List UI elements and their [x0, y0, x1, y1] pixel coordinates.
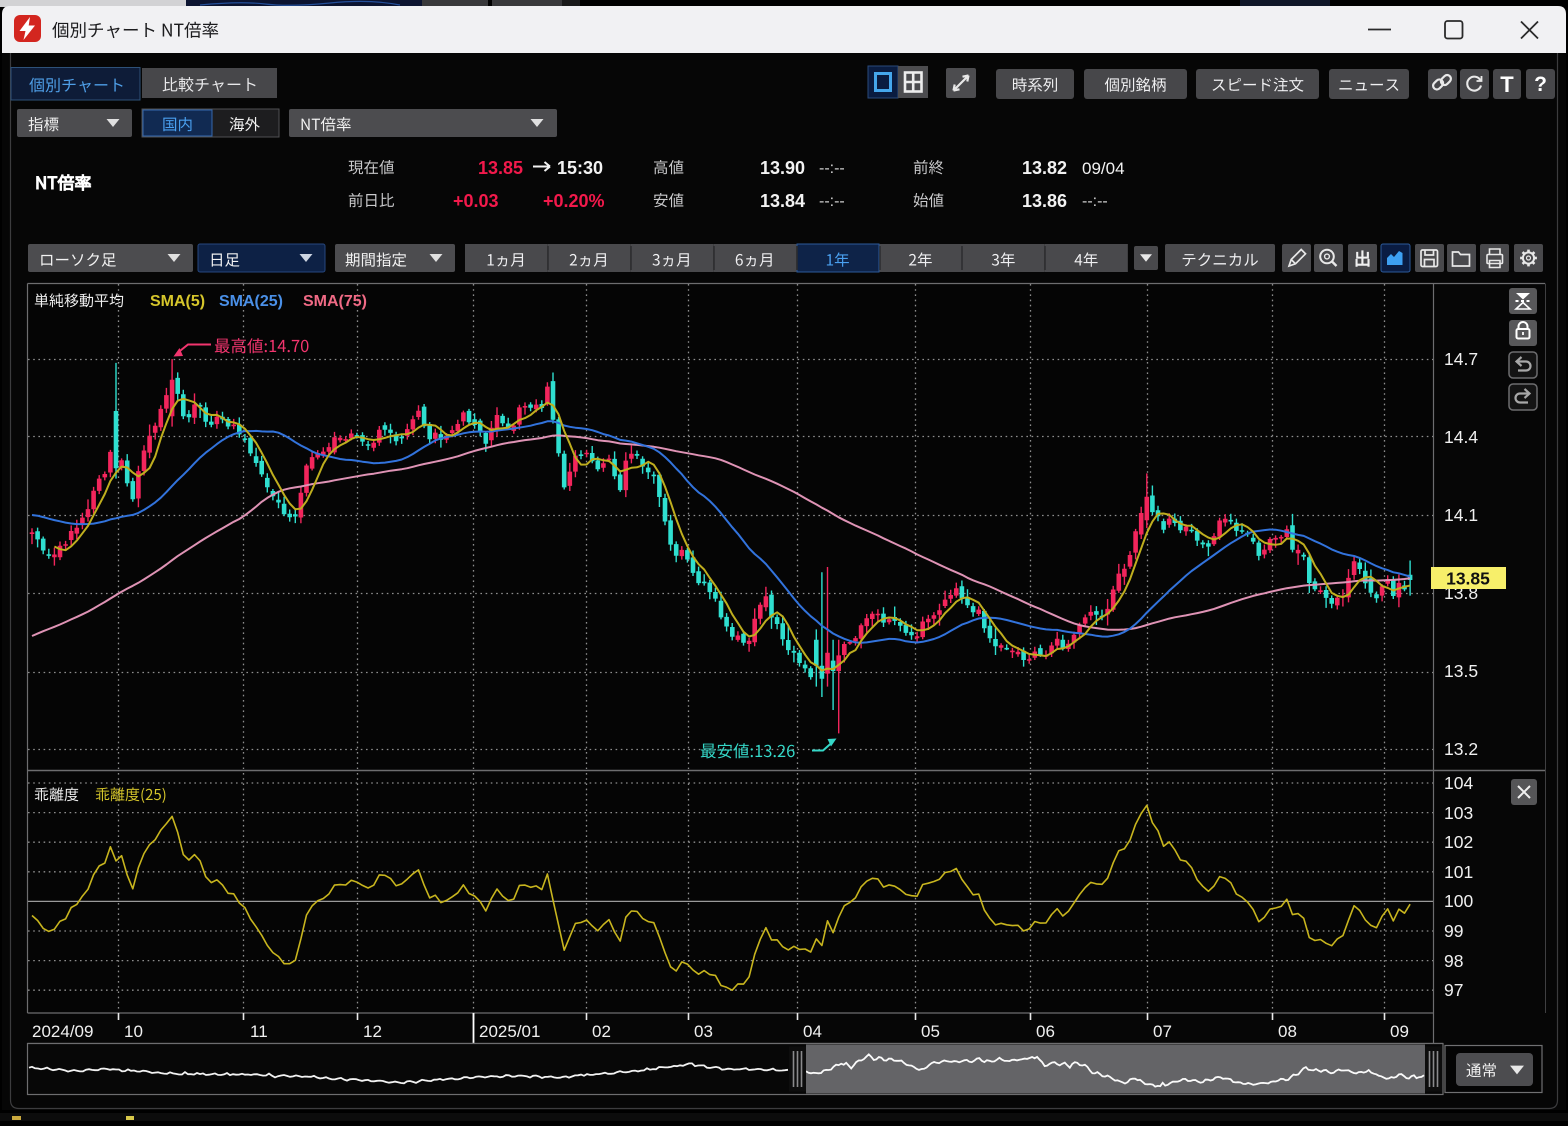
svg-text:100: 100 — [1444, 891, 1473, 911]
svg-text:13.2: 13.2 — [1444, 739, 1478, 759]
svg-text:104: 104 — [1444, 773, 1473, 793]
svg-text:13.86: 13.86 — [1022, 191, 1067, 211]
svg-text:T: T — [1500, 72, 1514, 97]
svg-text:--:--: --:-- — [1082, 193, 1108, 210]
svg-text:14.1: 14.1 — [1444, 505, 1478, 525]
svg-text:04: 04 — [803, 1022, 822, 1041]
svg-text:06: 06 — [1036, 1022, 1055, 1041]
svg-text:13.85: 13.85 — [478, 158, 523, 178]
svg-text:102: 102 — [1444, 832, 1473, 852]
svg-text:+0.20%: +0.20% — [543, 191, 605, 211]
svg-text:--:--: --:-- — [819, 160, 845, 177]
svg-text:98: 98 — [1444, 951, 1463, 971]
svg-text:08: 08 — [1278, 1022, 1297, 1041]
svg-text:05: 05 — [921, 1022, 940, 1041]
svg-text:11: 11 — [250, 1022, 268, 1041]
svg-text:97: 97 — [1444, 980, 1463, 1000]
svg-text:13.85: 13.85 — [1446, 569, 1490, 589]
svg-text:09: 09 — [1390, 1022, 1409, 1041]
svg-text:13.82: 13.82 — [1022, 158, 1067, 178]
svg-text:SMA(25): SMA(25) — [219, 293, 283, 310]
svg-text:2025/01: 2025/01 — [479, 1022, 540, 1041]
svg-text:?: ? — [1534, 73, 1547, 96]
svg-text:13.5: 13.5 — [1444, 661, 1478, 681]
svg-text:09/04: 09/04 — [1082, 159, 1125, 178]
svg-text:15:30: 15:30 — [557, 158, 603, 178]
svg-text:--:--: --:-- — [819, 193, 845, 210]
svg-text:12: 12 — [363, 1022, 382, 1041]
svg-text:13.90: 13.90 — [760, 158, 805, 178]
svg-text:103: 103 — [1444, 803, 1473, 823]
svg-text:03: 03 — [694, 1022, 713, 1041]
svg-text:02: 02 — [592, 1022, 611, 1041]
svg-text:07: 07 — [1153, 1022, 1172, 1041]
svg-text:99: 99 — [1444, 921, 1463, 941]
svg-text:10: 10 — [124, 1022, 143, 1041]
svg-text:2024/09: 2024/09 — [32, 1022, 93, 1041]
svg-text:101: 101 — [1444, 862, 1473, 882]
svg-text:SMA(5): SMA(5) — [150, 293, 205, 310]
svg-text:14.4: 14.4 — [1444, 427, 1478, 447]
svg-text:+0.03: +0.03 — [453, 191, 499, 211]
svg-text:14.7: 14.7 — [1444, 349, 1478, 369]
svg-text:SMA(75): SMA(75) — [303, 293, 367, 310]
svg-text:13.84: 13.84 — [760, 191, 805, 211]
